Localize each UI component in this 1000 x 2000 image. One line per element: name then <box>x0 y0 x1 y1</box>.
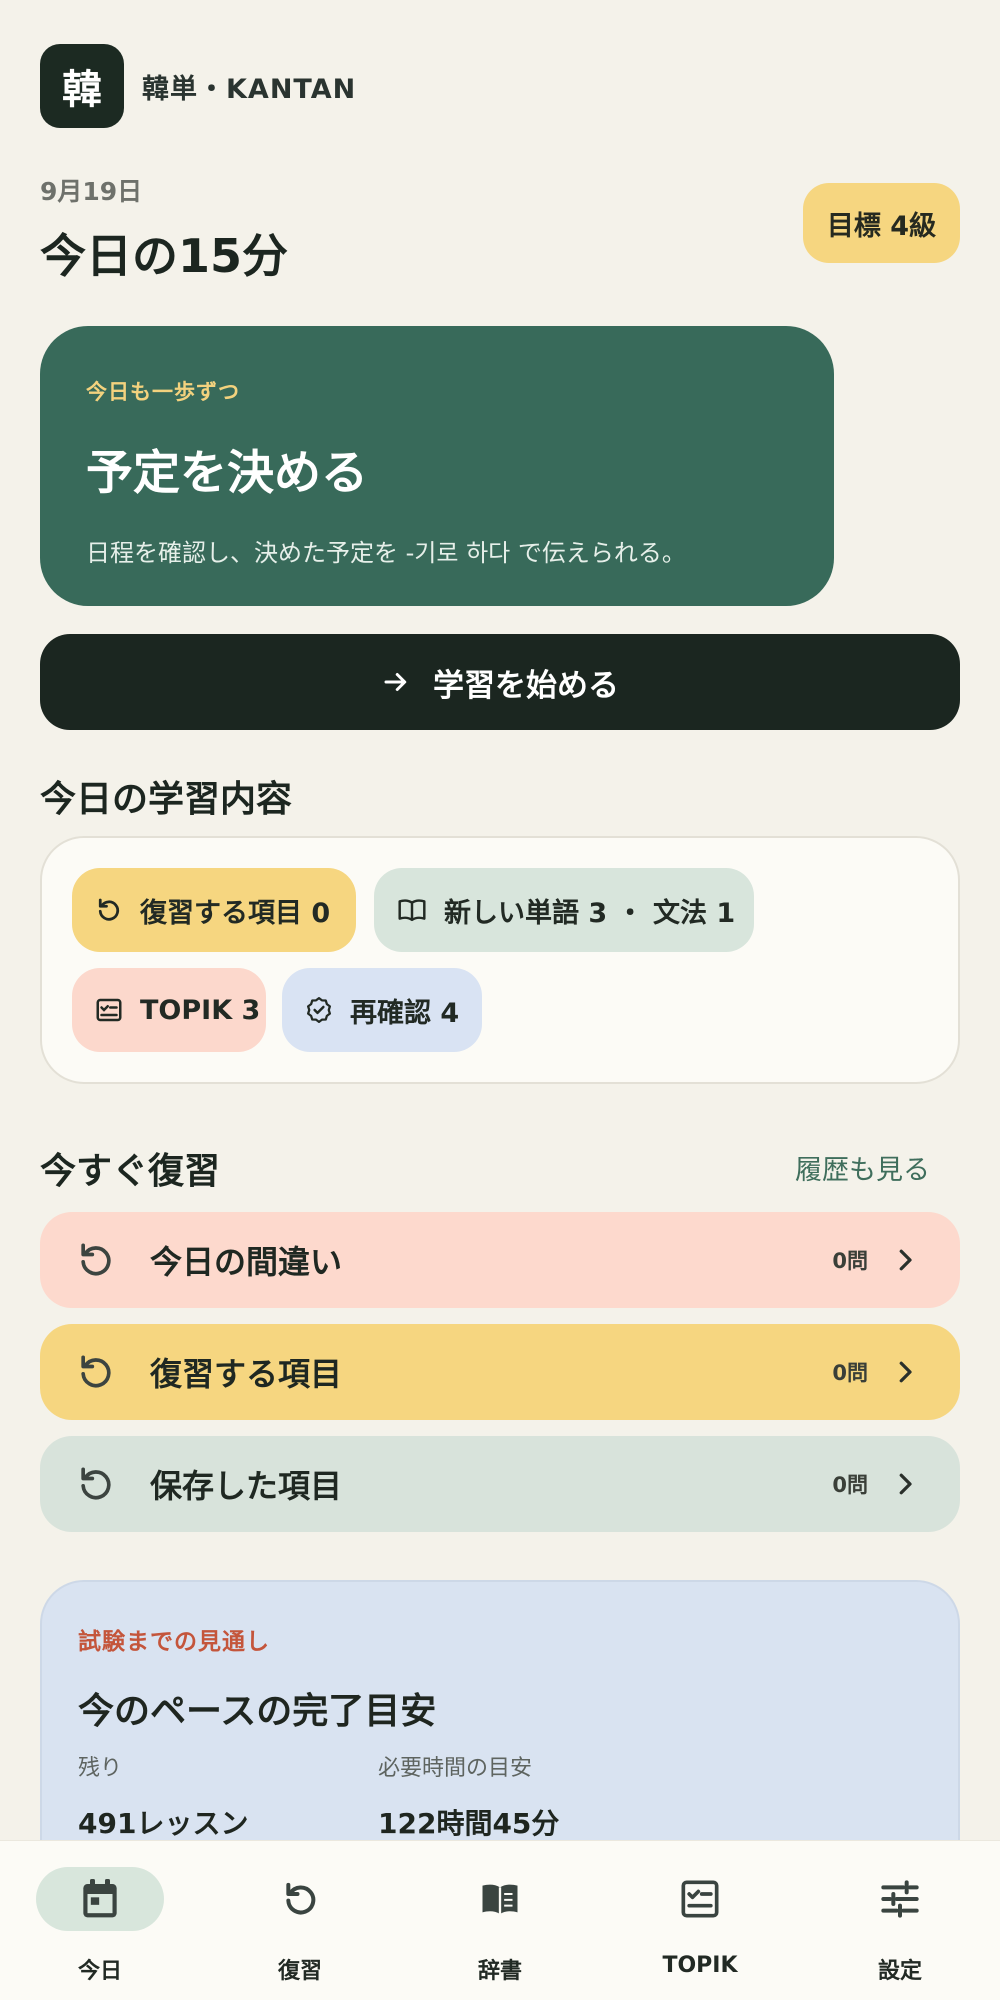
refresh-icon <box>286 1882 316 1915</box>
start-learning-label: 学習を始める <box>433 667 619 704</box>
nav-item-review[interactable]: 復習 <box>200 1841 400 2000</box>
current-date: 9月19日 <box>40 177 143 206</box>
section-title-review-now: 今すぐ復習 <box>40 1151 221 1192</box>
refresh-icon <box>81 1467 111 1500</box>
verified-badge-icon <box>307 997 331 1023</box>
review-row-review-items[interactable]: 復習する項目 0問 <box>40 1324 960 1420</box>
refresh-icon <box>81 1355 111 1388</box>
sliders-icon <box>881 1880 919 1918</box>
arrow-right-icon <box>384 673 407 691</box>
brand-header: 韓 韓単・KANTAN <box>40 44 356 128</box>
view-history-link[interactable]: 履歴も見る <box>795 1148 930 1187</box>
nav-item-settings[interactable]: 設定 <box>800 1841 1000 2000</box>
refresh-icon <box>98 898 120 921</box>
nav-label: 辞書 <box>477 1959 522 1984</box>
goal-level-badge[interactable]: 目標 4級 <box>803 183 960 263</box>
chip-label: 復習する項目 0 <box>140 897 331 929</box>
review-row-label: 保存した項目 <box>150 1467 343 1505</box>
chevron-right-icon <box>899 1361 912 1383</box>
nav-item-topik[interactable]: TOPIK <box>600 1841 800 2000</box>
lesson-description: 日程を確認し、決めた予定を -기로 하다 で伝えられる。 <box>86 539 686 567</box>
nav-label: 復習 <box>277 1959 322 1984</box>
review-row-count: 0問 <box>832 1249 868 1273</box>
nav-label: 設定 <box>877 1959 922 1984</box>
app-logo: 韓 <box>40 44 124 128</box>
nav-label: 今日 <box>77 1959 122 1984</box>
stat-remaining: 残り 491レッスン <box>78 1750 248 1842</box>
today-screen: 韓 韓単・KANTAN 9月19日 今日の15分 目標 4級 今日も一歩ずつ 予… <box>0 0 1000 2000</box>
review-row-count: 0問 <box>832 1473 868 1497</box>
bottom-navigation: 今日 復習 辞書 TOPIK 設定 <box>0 1840 1000 2000</box>
nav-item-dictionary[interactable]: 辞書 <box>400 1841 600 2000</box>
nav-item-today[interactable]: 今日 <box>0 1841 200 2000</box>
stat-required-time: 必要時間の目安 122時間45分 <box>378 1750 559 1842</box>
lesson-hero-card[interactable]: 今日も一歩ずつ 予定を決める 日程を確認し、決めた予定を -기로 하다 で伝えら… <box>40 326 834 606</box>
hero-kicker: 今日も一歩ずつ <box>86 380 240 404</box>
checklist-icon <box>681 1880 719 1918</box>
nav-label: TOPIK <box>662 1953 738 1978</box>
chip-label: 再確認 4 <box>350 997 460 1029</box>
review-row-saved-items[interactable]: 保存した項目 0問 <box>40 1436 960 1532</box>
start-learning-button[interactable]: 学習を始める <box>40 634 960 730</box>
book-icon <box>482 1884 518 1914</box>
lesson-title: 予定を決める <box>86 446 368 501</box>
review-row-label: 復習する項目 <box>150 1355 343 1393</box>
stat-value: 122時間45分 <box>378 1807 560 1840</box>
review-row-count: 0問 <box>832 1361 868 1385</box>
page-title: 今日の15分 <box>40 229 289 283</box>
chevron-right-icon <box>899 1473 912 1495</box>
stat-value: 491レッスン <box>78 1807 249 1840</box>
chip-topik[interactable]: TOPIK 3 <box>72 968 266 1052</box>
stat-label: 残り <box>78 1756 123 1781</box>
chip-review-items[interactable]: 復習する項目 0 <box>72 868 356 952</box>
refresh-icon <box>81 1243 111 1276</box>
checklist-icon <box>96 998 122 1022</box>
review-row-todays-mistakes[interactable]: 今日の間違い 0問 <box>40 1212 960 1308</box>
section-title-today-content: 今日の学習内容 <box>40 779 293 820</box>
forecast-kicker: 試験までの見通し <box>78 1629 270 1655</box>
stat-label: 必要時間の目安 <box>378 1756 533 1781</box>
chip-label: 新しい単語 3 ・ 文法 1 <box>444 897 736 929</box>
chip-new-words-grammar[interactable]: 新しい単語 3 ・ 文法 1 <box>374 868 754 952</box>
chip-label: TOPIK 3 <box>140 994 261 1026</box>
chip-recheck[interactable]: 再確認 4 <box>282 968 482 1052</box>
forecast-title: 今のペースの完了目安 <box>78 1691 437 1732</box>
open-book-icon <box>398 899 426 922</box>
today-content-card: 復習する項目 0 新しい単語 3 ・ 文法 1 TOPIK 3 再確認 4 <box>40 836 960 1084</box>
calendar-icon <box>83 1879 117 1918</box>
chevron-right-icon <box>899 1249 912 1271</box>
review-row-label: 今日の間違い <box>150 1243 343 1281</box>
app-name: 韓単・KANTAN <box>142 73 357 105</box>
